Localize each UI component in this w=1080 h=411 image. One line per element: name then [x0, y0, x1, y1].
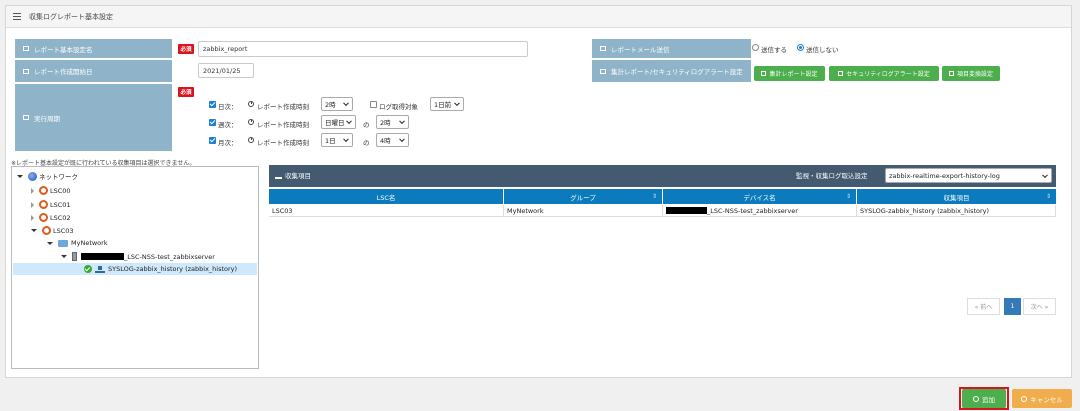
sort-icon: ⇕	[651, 193, 657, 200]
required-badge: 必須	[178, 87, 194, 97]
mail-nosend-radio[interactable]	[797, 44, 804, 51]
device-tree: ネットワーク LSC00 LSC01 LSC02 LSC03 MyNetwork…	[11, 166, 259, 369]
monthly-hour-select[interactable]: 4時	[376, 133, 409, 147]
tree-node-group[interactable]: MyNetwork	[47, 239, 108, 247]
tree-node-lsc01[interactable]: LSC01	[31, 200, 71, 209]
table-header-bar: 収集項目 監視・収集ログ取込設定 zabbix-realtime-export-…	[269, 165, 1056, 187]
pagination-prev[interactable]: « 前へ	[967, 298, 1000, 315]
table-title: 収集項目	[285, 172, 311, 180]
sort-icon: ⇕	[845, 193, 851, 200]
table-cell-item: SYSLOG-zabbix_history (zabbix_history)	[857, 205, 1056, 217]
add-button[interactable]: 追加	[962, 389, 1006, 408]
image-icon	[23, 46, 29, 51]
filter-label: 監視・収集ログ取込設定	[796, 172, 868, 180]
redaction-bar	[81, 253, 124, 260]
item-convert-button[interactable]: 項目変換設定	[942, 66, 1000, 81]
clock-icon	[248, 101, 254, 107]
security-alert-button[interactable]: セキュリティログアラート設定	[829, 66, 939, 81]
mail-icon	[600, 46, 606, 51]
calendar-icon	[23, 68, 29, 74]
log-target-label: ログ取得対象	[379, 103, 418, 111]
daily-label: 日次：	[218, 103, 238, 111]
redaction-bar	[666, 207, 707, 214]
plus-icon	[973, 395, 979, 402]
calendar-icon	[23, 115, 29, 120]
mail-send-radio[interactable]	[752, 44, 759, 51]
panel-header: 収集ログレポート基本設定	[6, 6, 1071, 28]
weekly-label: 週次：	[218, 121, 238, 129]
tree-node-root[interactable]: ネットワーク	[17, 171, 78, 181]
mail-send-label: 送信する	[761, 46, 787, 54]
filter-select[interactable]: zabbix-realtime-export-history-log	[885, 168, 1052, 183]
pagination-next[interactable]: 次へ »	[1023, 298, 1056, 315]
weekday-select[interactable]: 日曜日	[321, 115, 356, 129]
cancel-button[interactable]: キャンセル	[1012, 389, 1072, 408]
daily-time-label: レポート作成時刻	[257, 103, 309, 111]
tree-node-item[interactable]: SYSLOG-zabbix_history (zabbix_history)	[13, 263, 257, 275]
mail-label: レポートメール送信	[592, 39, 751, 59]
tree-node-lsc00[interactable]: LSC00	[31, 186, 71, 195]
clock-icon	[248, 137, 254, 143]
ban-icon	[1021, 395, 1028, 402]
column-group[interactable]: グループ ⇕	[504, 189, 663, 204]
month-day-select[interactable]: 1日	[321, 133, 353, 147]
daily-hour-select[interactable]: 2時	[321, 97, 353, 111]
edit-icon	[761, 71, 767, 76]
column-device[interactable]: デバイス名 ⇕	[663, 189, 857, 204]
panel-title: 収集ログレポート基本設定	[29, 12, 113, 21]
sort-icon: ⇕	[1045, 193, 1051, 200]
start-date-input[interactable]: 2021/01/25	[198, 63, 254, 78]
log-target-checkbox[interactable]	[370, 101, 377, 108]
lsc-icon	[42, 226, 51, 235]
aggregate-label: 集計レポート/セキュリティログアラート設定	[592, 60, 751, 83]
weekly-time-label: レポート作成時刻	[257, 121, 309, 129]
daily-checkbox[interactable]	[209, 101, 216, 108]
mail-nosend-label: 送信しない	[806, 46, 839, 54]
table-cell-group: MyNetwork	[504, 205, 663, 217]
network-icon	[95, 265, 105, 273]
lsc-icon	[39, 200, 48, 209]
report-name-input[interactable]: zabbix_report	[198, 41, 528, 57]
weekly-hour-select[interactable]: 2時	[376, 115, 409, 129]
tree-node-lsc02[interactable]: LSC02	[31, 213, 71, 222]
clock-icon	[248, 119, 254, 125]
report-name-label: レポート基本設定名	[15, 39, 172, 59]
group-icon	[58, 239, 68, 247]
monthly-checkbox[interactable]	[209, 137, 216, 144]
tree-node-device[interactable]: _LSC-NSS-test_zabbixserver	[61, 252, 215, 261]
tree-node-lsc03[interactable]: LSC03	[31, 226, 74, 235]
lsc-icon	[39, 213, 48, 222]
log-target-select[interactable]: 1日前	[430, 97, 464, 111]
monthly-label: 月次：	[218, 139, 238, 147]
table-cell-device: _LSC-NSS-test_zabbixserver	[663, 205, 857, 217]
edit-icon	[948, 71, 954, 76]
table-cell-lsc: LSC03	[269, 205, 504, 217]
column-item[interactable]: 収集項目 ⇕	[857, 189, 1056, 204]
edit-icon	[838, 71, 844, 76]
server-icon	[72, 252, 77, 261]
edit-icon	[600, 68, 606, 74]
check-icon	[84, 265, 92, 273]
monthly-time-label: レポート作成時刻	[257, 139, 309, 147]
cycle-label: 実行周期	[15, 84, 172, 152]
globe-icon	[28, 171, 37, 181]
column-lsc[interactable]: LSC名	[269, 189, 504, 204]
aggregate-report-button[interactable]: 集計レポート設定	[754, 66, 825, 81]
sitemap-icon	[275, 172, 282, 179]
required-badge: 必須	[178, 44, 194, 54]
list-icon	[13, 13, 21, 20]
lsc-icon	[39, 186, 48, 195]
weekly-checkbox[interactable]	[209, 119, 216, 126]
monthly-sep: の	[363, 139, 370, 147]
pagination-current[interactable]: 1	[1004, 298, 1021, 315]
start-date-label: レポート作成開始日	[15, 60, 172, 83]
weekly-sep: の	[363, 121, 370, 129]
